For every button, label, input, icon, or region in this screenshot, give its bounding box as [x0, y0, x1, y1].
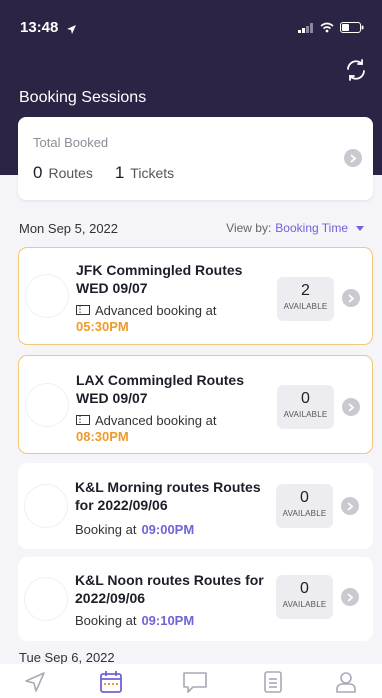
tickets-label: Tickets [130, 165, 175, 181]
ticket-icon [76, 413, 90, 428]
status-bar: 13:48 [0, 0, 382, 44]
navigation-icon[interactable] [23, 670, 49, 694]
session-subtitle: Advanced booking at [76, 303, 216, 318]
session-title: K&L Noon routes Routes for 2022/09/06 [75, 572, 264, 606]
session-subtitle: Booking at 09:10PM [75, 613, 194, 628]
session-subtitle: Booking at 09:00PM [75, 522, 194, 537]
session-card[interactable]: K&L Morning routes Routes for 2022/09/06… [18, 463, 373, 549]
session-title: JFK Commingled Routes WED 09/07 [76, 262, 243, 296]
available-count: 2 [301, 282, 310, 299]
tab-bar [0, 664, 382, 698]
available-label: AVAILABLE [283, 410, 328, 419]
calendar-icon[interactable] [98, 670, 124, 694]
session-title: LAX Commingled Routes WED 09/07 [76, 372, 245, 406]
session-subtitle: Advanced booking at [76, 413, 216, 428]
session-subtitle-text: Advanced booking at [95, 413, 217, 428]
available-count: 0 [301, 390, 310, 407]
route-logo [25, 274, 69, 318]
chat-icon[interactable] [181, 670, 207, 694]
view-by-label: View by: [226, 221, 272, 235]
signal-icon [298, 20, 314, 38]
session-subtitle-text: Advanced booking at [95, 303, 217, 318]
chevron-right-icon[interactable] [342, 289, 360, 307]
date-header: Mon Sep 5, 2022 View by: Booking Time [19, 221, 364, 236]
session-title: K&L Morning routes Routes for 2022/09/06 [75, 479, 261, 513]
available-count: 0 [300, 580, 309, 597]
session-time: 08:30PM [76, 429, 129, 444]
route-logo [24, 577, 68, 621]
session-subtitle-text: Booking at [75, 613, 137, 628]
status-icons [298, 20, 364, 38]
ticket-icon [76, 303, 90, 318]
date-header: Tue Sep 6, 2022 [19, 650, 364, 665]
total-booked-label: Total Booked [33, 135, 109, 150]
battery-icon [340, 20, 364, 38]
chevron-down-icon [356, 225, 364, 231]
chevron-right-icon[interactable] [342, 398, 360, 416]
page-title: Booking Sessions [19, 89, 147, 106]
session-card[interactable]: K&L Noon routes Routes for 2022/09/06 Bo… [18, 557, 373, 641]
profile-icon[interactable] [334, 670, 360, 694]
chevron-right-icon[interactable] [341, 588, 359, 606]
available-label: AVAILABLE [282, 600, 327, 609]
total-counts: 0 Routes 1 Tickets [33, 163, 196, 183]
available-badge: 0 AVAILABLE [277, 385, 334, 429]
available-badge: 0 AVAILABLE [276, 484, 333, 528]
session-subtitle-text: Booking at [75, 522, 137, 537]
routes-label: Routes [48, 165, 93, 181]
available-badge: 2 AVAILABLE [277, 277, 334, 321]
session-card[interactable]: LAX Commingled Routes WED 09/07 Advanced… [18, 355, 373, 454]
view-by-value: Booking Time [275, 221, 348, 235]
location-arrow-icon [66, 22, 77, 40]
available-count: 0 [300, 489, 309, 506]
route-logo [24, 484, 68, 528]
total-booked-card[interactable]: Total Booked 0 Routes 1 Tickets [18, 117, 373, 200]
available-label: AVAILABLE [282, 509, 327, 518]
refresh-icon[interactable] [344, 58, 368, 82]
wifi-icon [320, 20, 334, 38]
routes-count: 0 [33, 163, 43, 182]
session-time: 09:00PM [141, 522, 195, 537]
view-by-dropdown[interactable]: View by: Booking Time [226, 221, 364, 235]
tickets-count: 1 [114, 163, 125, 182]
chevron-right-icon[interactable] [341, 497, 359, 515]
section-date: Mon Sep 5, 2022 [19, 221, 119, 236]
session-card[interactable]: JFK Commingled Routes WED 09/07 Advanced… [18, 247, 373, 345]
session-time: 05:30PM [76, 319, 129, 334]
section-date: Tue Sep 6, 2022 [19, 650, 115, 665]
route-logo [25, 383, 69, 427]
session-time: 09:10PM [141, 613, 195, 628]
status-time: 13:48 [20, 19, 59, 36]
available-badge: 0 AVAILABLE [276, 575, 333, 619]
list-icon[interactable] [262, 670, 288, 694]
chevron-right-icon[interactable] [344, 149, 362, 167]
available-label: AVAILABLE [283, 302, 328, 311]
